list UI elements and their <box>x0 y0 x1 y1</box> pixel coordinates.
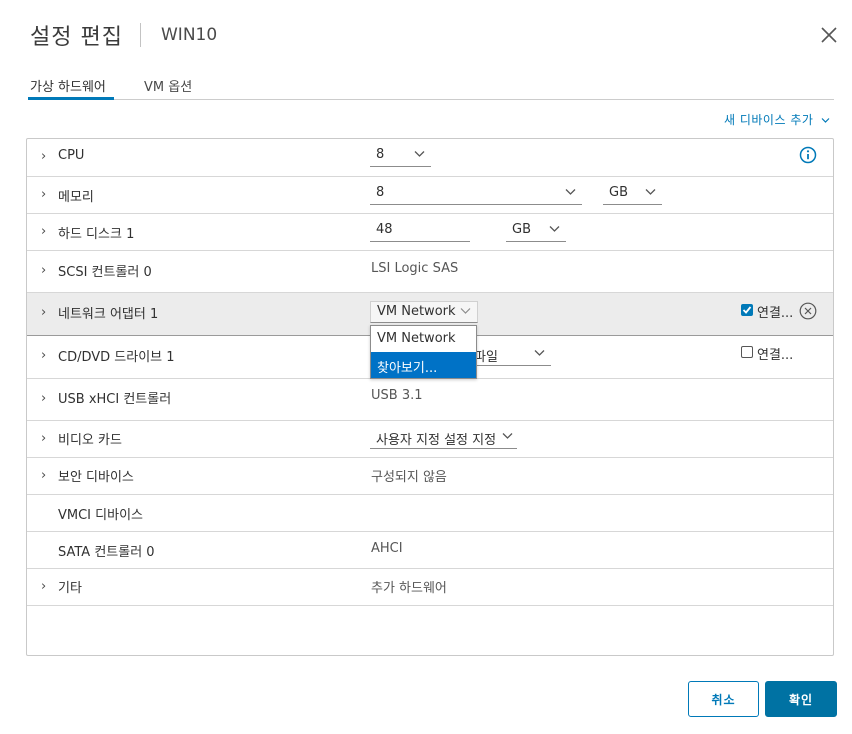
check-icon <box>742 306 752 314</box>
expand-chevron-icon[interactable]: › <box>41 391 46 406</box>
network-dropdown-menu: VM Network 찾아보기... <box>370 325 477 379</box>
memory-unit: GB <box>609 185 628 200</box>
usb-label: USB xHCI 컨트롤러 <box>58 392 172 407</box>
sata-label: SATA 컨트롤러 0 <box>58 545 155 560</box>
video-card-label: 비디오 카드 <box>58 433 122 448</box>
sata-value: AHCI <box>371 541 403 556</box>
close-icon[interactable] <box>819 25 839 45</box>
cpu-label: CPU <box>58 148 85 163</box>
chevron-down-icon <box>460 308 471 314</box>
row-scsi-controller: › SCSI 컨트롤러 0 LSI Logic SAS <box>27 251 833 293</box>
row-other: › 기타 추가 하드웨어 <box>27 569 833 606</box>
expand-chevron-icon[interactable]: › <box>41 579 46 594</box>
chevron-down-icon <box>414 151 425 157</box>
network-select[interactable]: VM Network <box>370 301 478 323</box>
security-device-label: 보안 디바이스 <box>58 470 134 485</box>
active-tab-indicator <box>28 97 114 100</box>
cpu-value: 8 <box>376 147 385 162</box>
tab-virtual-hardware[interactable]: 가상 하드웨어 <box>30 76 106 95</box>
row-hard-disk: › 하드 디스크 1 48 GB <box>27 214 833 251</box>
info-icon[interactable] <box>799 146 817 164</box>
tab-vm-options[interactable]: VM 옵션 <box>144 76 192 95</box>
row-memory: › 메모리 8 GB <box>27 177 833 214</box>
network-option-browse[interactable]: 찾아보기... <box>371 352 476 378</box>
dialog-title: 설정 편집 <box>30 25 123 50</box>
title-divider <box>140 23 141 47</box>
expand-chevron-icon[interactable]: › <box>41 468 46 483</box>
expand-chevron-icon[interactable]: › <box>41 224 46 239</box>
row-vmci-device: VMCI 디바이스 <box>27 495 833 532</box>
expand-chevron-icon[interactable]: › <box>41 305 46 320</box>
row-sata-controller: SATA 컨트롤러 0 AHCI <box>27 532 833 569</box>
disk-size-input[interactable]: 48 <box>370 220 470 242</box>
cd-dvd-value: 파일 <box>474 350 498 365</box>
cancel-button[interactable]: 취소 <box>688 681 759 717</box>
memory-unit-select[interactable]: GB <box>603 183 662 205</box>
scsi-value: LSI Logic SAS <box>371 261 459 276</box>
cd-dvd-connect-checkbox[interactable] <box>741 346 753 358</box>
expand-chevron-icon[interactable]: › <box>41 431 46 446</box>
vmci-label: VMCI 디바이스 <box>58 508 143 523</box>
hard-disk-label: 하드 디스크 1 <box>58 227 135 242</box>
network-option-vm-network[interactable]: VM Network <box>371 326 476 352</box>
cpu-select[interactable]: 8 <box>370 145 431 167</box>
chevron-down-icon <box>534 350 545 356</box>
cd-dvd-label: CD/DVD 드라이브 1 <box>58 350 175 365</box>
chevron-down-icon <box>821 118 830 123</box>
hardware-grid: › CPU 8 › 메모리 8 GB › 하드 디스크 1 48 GB › SC… <box>26 138 834 656</box>
row-cpu: › CPU 8 <box>27 139 833 177</box>
row-security-device: › 보안 디바이스 구성되지 않음 <box>27 458 833 495</box>
row-video-card: › 비디오 카드 사용자 지정 설정 지정 <box>27 421 833 458</box>
chevron-down-icon <box>565 189 576 195</box>
usb-value: USB 3.1 <box>371 388 423 403</box>
video-card-select[interactable]: 사용자 지정 설정 지정 <box>370 427 517 449</box>
expand-chevron-icon[interactable]: › <box>41 348 46 363</box>
expand-chevron-icon[interactable]: › <box>41 149 46 164</box>
tab-bar-divider <box>28 99 834 100</box>
scsi-label: SCSI 컨트롤러 0 <box>58 265 152 280</box>
add-device-label: 새 디바이스 추가 <box>724 113 814 127</box>
cd-dvd-connect-label: 연결... <box>757 348 794 363</box>
disk-size-value: 48 <box>376 222 393 237</box>
chevron-down-icon <box>645 189 656 195</box>
network-connect-label: 연결... <box>757 306 794 321</box>
network-connect-checkbox[interactable] <box>741 304 753 316</box>
disk-unit-select[interactable]: GB <box>506 220 566 242</box>
expand-chevron-icon[interactable]: › <box>41 263 46 278</box>
chevron-down-icon <box>502 433 513 439</box>
security-device-value: 구성되지 않음 <box>371 470 447 485</box>
row-usb-controller: › USB xHCI 컨트롤러 USB 3.1 <box>27 379 833 421</box>
vm-name: WIN10 <box>161 25 218 45</box>
chevron-down-icon <box>549 226 560 232</box>
remove-device-icon[interactable] <box>799 302 817 320</box>
memory-label: 메모리 <box>58 190 94 205</box>
memory-value: 8 <box>376 185 385 200</box>
memory-select[interactable]: 8 <box>370 183 582 205</box>
network-value: VM Network <box>377 304 456 319</box>
disk-unit: GB <box>512 222 531 237</box>
expand-chevron-icon[interactable]: › <box>41 187 46 202</box>
other-value: 추가 하드웨어 <box>371 581 447 596</box>
add-new-device-button[interactable]: 새 디바이스 추가 <box>724 111 830 128</box>
other-label: 기타 <box>58 581 82 596</box>
video-card-value: 사용자 지정 설정 지정 <box>376 433 497 448</box>
network-adapter-label: 네트워크 어댑터 1 <box>58 307 159 322</box>
ok-button[interactable]: 확인 <box>765 681 837 717</box>
